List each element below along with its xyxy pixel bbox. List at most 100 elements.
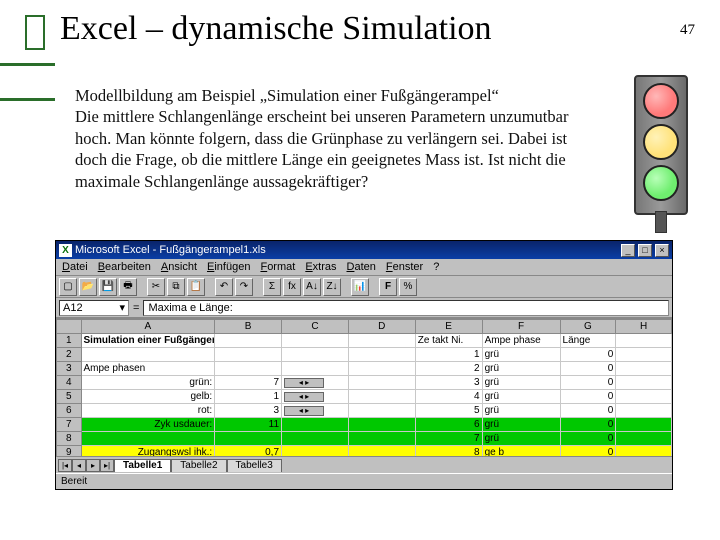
cell[interactable] (616, 334, 672, 348)
cell[interactable] (616, 418, 672, 432)
cell[interactable] (282, 362, 349, 376)
tab-nav-last-icon[interactable]: ▸| (100, 459, 114, 472)
cell[interactable]: 0 (560, 390, 616, 404)
cell[interactable]: 0 (560, 404, 616, 418)
row-header[interactable]: 8 (57, 432, 82, 446)
spin-control[interactable]: ◂ ▸ (284, 406, 324, 416)
toolbar-print-icon[interactable]: 🖶 (119, 278, 137, 296)
menu-fenster[interactable]: Fenster (386, 261, 423, 273)
toolbar-open-icon[interactable]: 📂 (79, 278, 97, 296)
col-header[interactable]: D (348, 320, 415, 334)
cell[interactable] (215, 334, 282, 348)
spin-control[interactable]: ◂ ▸ (284, 392, 324, 402)
cell[interactable] (282, 446, 349, 457)
toolbar-sort-desc-icon[interactable]: Z↓ (323, 278, 341, 296)
tab-nav-next-icon[interactable]: ▸ (86, 459, 100, 472)
toolbar-copy-icon[interactable]: ⧉ (167, 278, 185, 296)
col-header[interactable]: G (560, 320, 616, 334)
col-header[interactable]: B (215, 320, 282, 334)
menu-ansicht[interactable]: Ansicht (161, 261, 197, 273)
toolbar-fx-icon[interactable]: fx (283, 278, 301, 296)
name-box[interactable]: A12▾ (59, 300, 129, 316)
cell[interactable] (81, 432, 215, 446)
cell[interactable]: grü (482, 432, 560, 446)
cell[interactable]: 8 (415, 446, 482, 457)
cell[interactable]: 3 (215, 404, 282, 418)
cell[interactable] (282, 418, 349, 432)
col-header[interactable]: A (81, 320, 215, 334)
col-header[interactable]: E (415, 320, 482, 334)
cell[interactable] (348, 376, 415, 390)
dropdown-icon[interactable]: ▾ (119, 301, 125, 314)
toolbar-undo-icon[interactable]: ↶ (215, 278, 233, 296)
row-header[interactable]: 9 (57, 446, 82, 457)
cell[interactable] (616, 432, 672, 446)
cell[interactable] (215, 432, 282, 446)
cell[interactable] (215, 362, 282, 376)
cell[interactable]: 7 (415, 432, 482, 446)
cell[interactable] (616, 376, 672, 390)
menu-format[interactable]: Format (260, 261, 295, 273)
cell[interactable]: 2 (415, 362, 482, 376)
cell[interactable]: Ze takt Ni. (415, 334, 482, 348)
cell[interactable]: 7 (215, 376, 282, 390)
sheet-tab[interactable]: Tabelle3 (227, 459, 282, 472)
cell[interactable] (282, 432, 349, 446)
col-header[interactable]: F (482, 320, 560, 334)
cell[interactable]: Simulation einer Fußgängerampel (81, 334, 215, 348)
toolbar-zoom-icon[interactable]: % (399, 278, 417, 296)
toolbar-cut-icon[interactable]: ✂ (147, 278, 165, 296)
cell[interactable]: 0 (560, 446, 616, 457)
toolbar-save-icon[interactable]: 💾 (99, 278, 117, 296)
menu-extras[interactable]: Extras (305, 261, 336, 273)
tab-nav-prev-icon[interactable]: ◂ (72, 459, 86, 472)
cell[interactable] (215, 348, 282, 362)
menu-datei[interactable]: Datei (62, 261, 88, 273)
row-header[interactable]: 1 (57, 334, 82, 348)
cell[interactable]: grü (482, 376, 560, 390)
cell[interactable]: ◂ ▸ (282, 404, 349, 418)
cell[interactable]: 0 (560, 432, 616, 446)
cell[interactable]: Zyk usdauer: (81, 418, 215, 432)
tab-nav-first-icon[interactable]: |◂ (58, 459, 72, 472)
sheet-tab-active[interactable]: Tabelle1 (114, 459, 171, 472)
cell[interactable] (348, 334, 415, 348)
cell[interactable]: grü (482, 348, 560, 362)
cell[interactable] (282, 334, 349, 348)
cell[interactable] (616, 362, 672, 376)
cell[interactable] (348, 446, 415, 457)
toolbar-sort-asc-icon[interactable]: A↓ (303, 278, 321, 296)
cell[interactable]: 0 (560, 376, 616, 390)
cell[interactable]: grü (482, 404, 560, 418)
toolbar-bold-icon[interactable]: F (379, 278, 397, 296)
cell[interactable]: 1 (415, 348, 482, 362)
cell[interactable]: 1 (215, 390, 282, 404)
cell[interactable] (616, 404, 672, 418)
menu-bearbeiten[interactable]: Bearbeiten (98, 261, 151, 273)
toolbar-paste-icon[interactable]: 📋 (187, 278, 205, 296)
cell[interactable]: ◂ ▸ (282, 376, 349, 390)
cell[interactable]: 11 (215, 418, 282, 432)
cell[interactable]: 0 (560, 362, 616, 376)
cell[interactable]: 6 (415, 418, 482, 432)
row-header[interactable]: 3 (57, 362, 82, 376)
row-header[interactable]: 4 (57, 376, 82, 390)
menu-help[interactable]: ? (433, 261, 439, 273)
toolbar-redo-icon[interactable]: ↷ (235, 278, 253, 296)
cell[interactable] (348, 404, 415, 418)
row-header[interactable]: 7 (57, 418, 82, 432)
cell[interactable]: grün: (81, 376, 215, 390)
cell[interactable]: rot: (81, 404, 215, 418)
col-header[interactable]: C (282, 320, 349, 334)
cell[interactable]: ge b (482, 446, 560, 457)
cell[interactable]: ◂ ▸ (282, 390, 349, 404)
sheet-tab[interactable]: Tabelle2 (171, 459, 226, 472)
menu-daten[interactable]: Daten (347, 261, 376, 273)
cell[interactable] (616, 390, 672, 404)
cell[interactable]: grü (482, 390, 560, 404)
cell[interactable] (348, 432, 415, 446)
spin-control[interactable]: ◂ ▸ (284, 378, 324, 388)
cell[interactable]: grü (482, 418, 560, 432)
toolbar-sum-icon[interactable]: Σ (263, 278, 281, 296)
cell[interactable] (616, 446, 672, 457)
